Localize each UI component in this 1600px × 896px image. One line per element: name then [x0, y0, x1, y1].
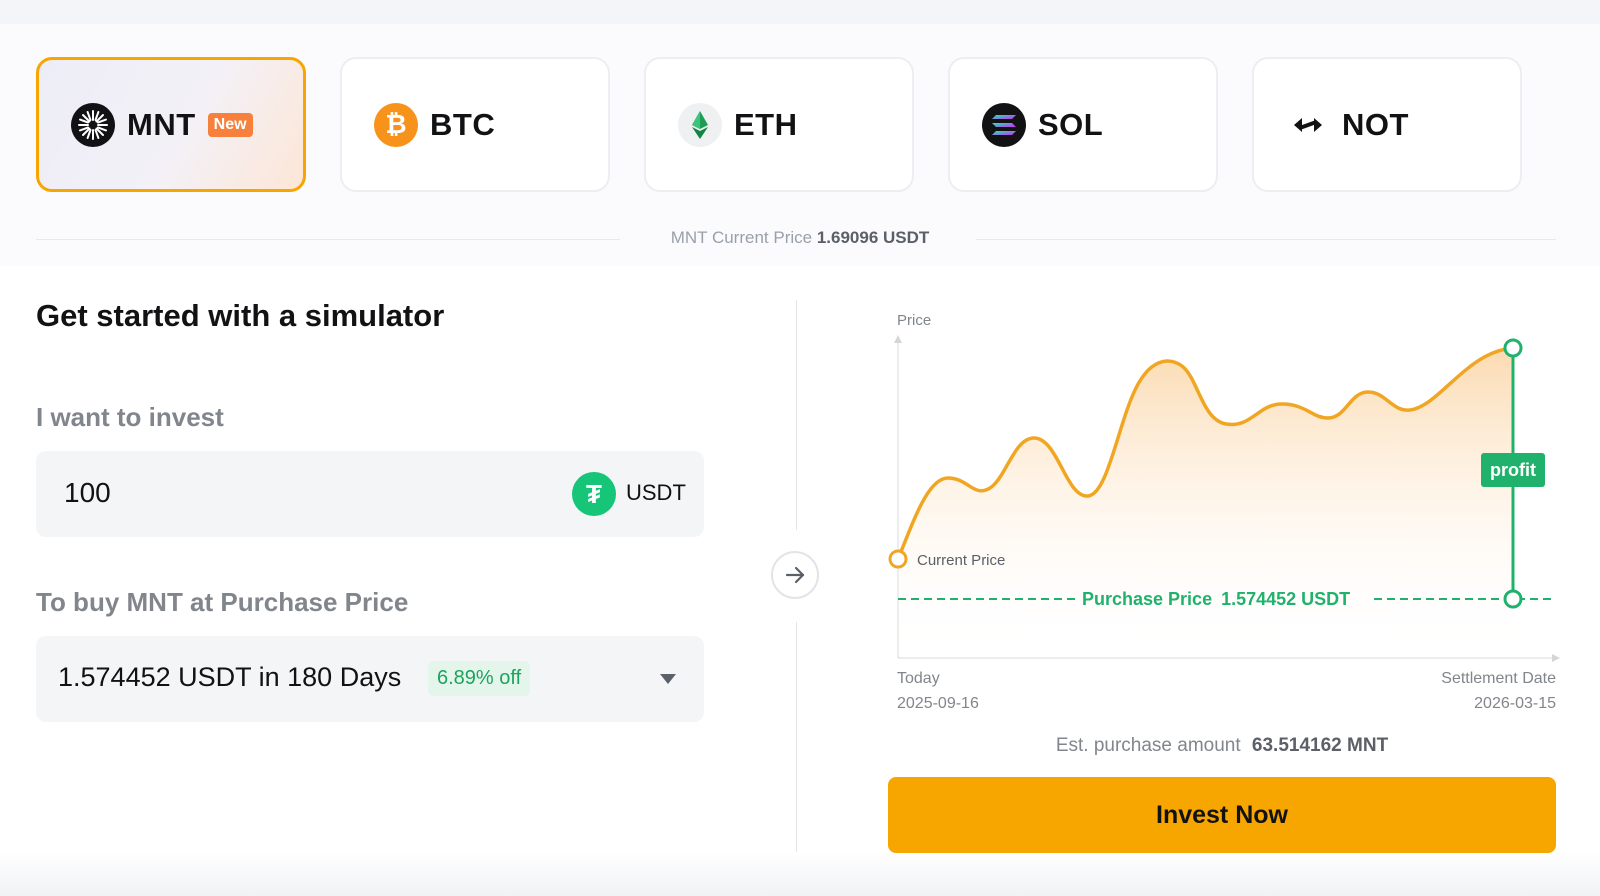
price-area — [898, 348, 1513, 658]
coin-tab-sol[interactable]: SOL — [948, 57, 1218, 192]
current-price-label: MNT Current Price — [670, 228, 813, 247]
mnt-icon — [71, 102, 115, 147]
invest-label: I want to invest — [36, 402, 224, 432]
price-simulation-chart: Price Purchase Price 1.574452 USDT profi… — [888, 312, 1560, 662]
invest-amount-field[interactable]: 100 ₮ USDT — [36, 451, 704, 537]
current-price-marker-label: Current Price — [917, 552, 1005, 569]
purchase-price-label: Purchase Price 1.574452 USDT — [1082, 589, 1350, 609]
end-date: 2026-03-15 — [1474, 695, 1556, 712]
simulator-title: Get started with a simulator — [36, 298, 445, 333]
usdt-icon: ₮ — [572, 472, 616, 516]
invest-amount-input[interactable]: 100 — [64, 477, 111, 509]
x-axis-arrow — [1552, 654, 1560, 662]
top-band — [0, 0, 1600, 24]
profit-label: profit — [1490, 460, 1536, 480]
divider — [976, 239, 1556, 240]
btc-icon: ₿ — [374, 102, 418, 147]
coin-name: ETH — [734, 106, 798, 142]
coin-name: SOL — [1038, 106, 1104, 142]
coin-tab-btc[interactable]: ₿ BTC — [340, 57, 610, 192]
coin-tab-not[interactable]: NOT — [1252, 57, 1522, 192]
estimate-value: 63.514162 MNT — [1251, 735, 1389, 756]
end-label: Settlement Date — [1441, 670, 1556, 687]
estimated-purchase: Est. purchase amount 63.514162 MNT — [888, 735, 1556, 757]
coin-name: NOT — [1342, 106, 1409, 142]
estimate-label: Est. purchase amount — [1055, 735, 1241, 756]
discount-badge: 6.89% off — [428, 661, 531, 696]
current-price-info: MNT Current Price 1.69096 USDT — [600, 228, 1000, 248]
not-icon — [1286, 103, 1330, 147]
new-badge: New — [207, 112, 253, 137]
invest-now-button[interactable]: Invest Now — [888, 777, 1556, 853]
purchase-price-select[interactable]: 1.574452 USDT in 180 Days 6.89% off — [36, 636, 704, 722]
sol-icon — [982, 102, 1026, 147]
y-axis-label: Price — [897, 312, 931, 329]
chevron-down-icon[interactable] — [660, 674, 676, 684]
coin-name: MNT — [127, 106, 196, 142]
divider — [36, 239, 620, 240]
arrow-right-icon — [785, 566, 805, 584]
settlement-price-point — [1503, 338, 1523, 358]
column-divider — [796, 622, 797, 852]
coin-tab-eth[interactable]: ETH — [644, 57, 914, 192]
start-label: Today — [897, 670, 940, 687]
column-divider — [796, 300, 797, 530]
start-date: 2025-09-16 — [897, 695, 979, 712]
current-price-point — [888, 549, 908, 569]
eth-icon — [678, 102, 722, 147]
buy-label: To buy MNT at Purchase Price — [36, 587, 409, 617]
bottom-band — [0, 852, 1600, 896]
currency-label: USDT — [626, 480, 686, 505]
arrow-right-button[interactable] — [771, 551, 819, 599]
selected-option: 1.574452 USDT in 180 Days — [58, 662, 402, 692]
purchase-price-point — [1503, 589, 1523, 609]
current-price-value: 1.69096 USDT — [816, 228, 930, 247]
y-axis-arrow — [894, 335, 902, 343]
coin-tab-mnt[interactable]: MNT New — [36, 57, 306, 192]
coin-name: BTC — [430, 106, 496, 142]
